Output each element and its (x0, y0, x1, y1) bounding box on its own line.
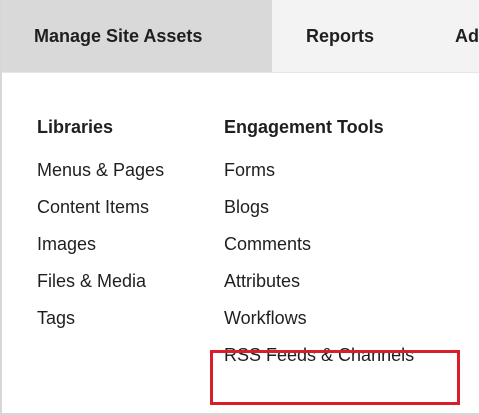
libraries-heading: Libraries (37, 117, 114, 137)
rss-feeds-highlight-box (210, 350, 460, 405)
menu-item-attributes[interactable]: Attributes (224, 263, 414, 300)
menu-item-menus-pages[interactable]: Menus & Pages (37, 152, 164, 189)
top-navigation: Manage Site Assets Reports Ad (2, 0, 479, 72)
manage-site-assets-dropdown: Libraries Menus & Pages Content Items Im… (2, 73, 479, 415)
tab-ad-partial[interactable]: Ad (455, 0, 479, 72)
engagement-tools-column: Engagement Tools Forms Blogs Comments At… (224, 115, 414, 374)
menu-item-workflows[interactable]: Workflows (224, 300, 414, 337)
menu-item-blogs[interactable]: Blogs (224, 189, 414, 226)
menu-item-tags[interactable]: Tags (37, 300, 164, 337)
site-assets-menu-frame: Manage Site Assets Reports Ad Libraries … (0, 0, 479, 415)
menu-item-images[interactable]: Images (37, 226, 164, 263)
tab-reports[interactable]: Reports (306, 0, 374, 72)
tab-manage-site-assets[interactable]: Manage Site Assets (2, 0, 272, 72)
engagement-tools-heading: Engagement Tools (224, 117, 384, 137)
menu-item-comments[interactable]: Comments (224, 226, 414, 263)
libraries-column: Libraries Menus & Pages Content Items Im… (37, 115, 164, 337)
menu-item-content-items[interactable]: Content Items (37, 189, 164, 226)
menu-item-files-media[interactable]: Files & Media (37, 263, 164, 300)
menu-item-forms[interactable]: Forms (224, 152, 414, 189)
